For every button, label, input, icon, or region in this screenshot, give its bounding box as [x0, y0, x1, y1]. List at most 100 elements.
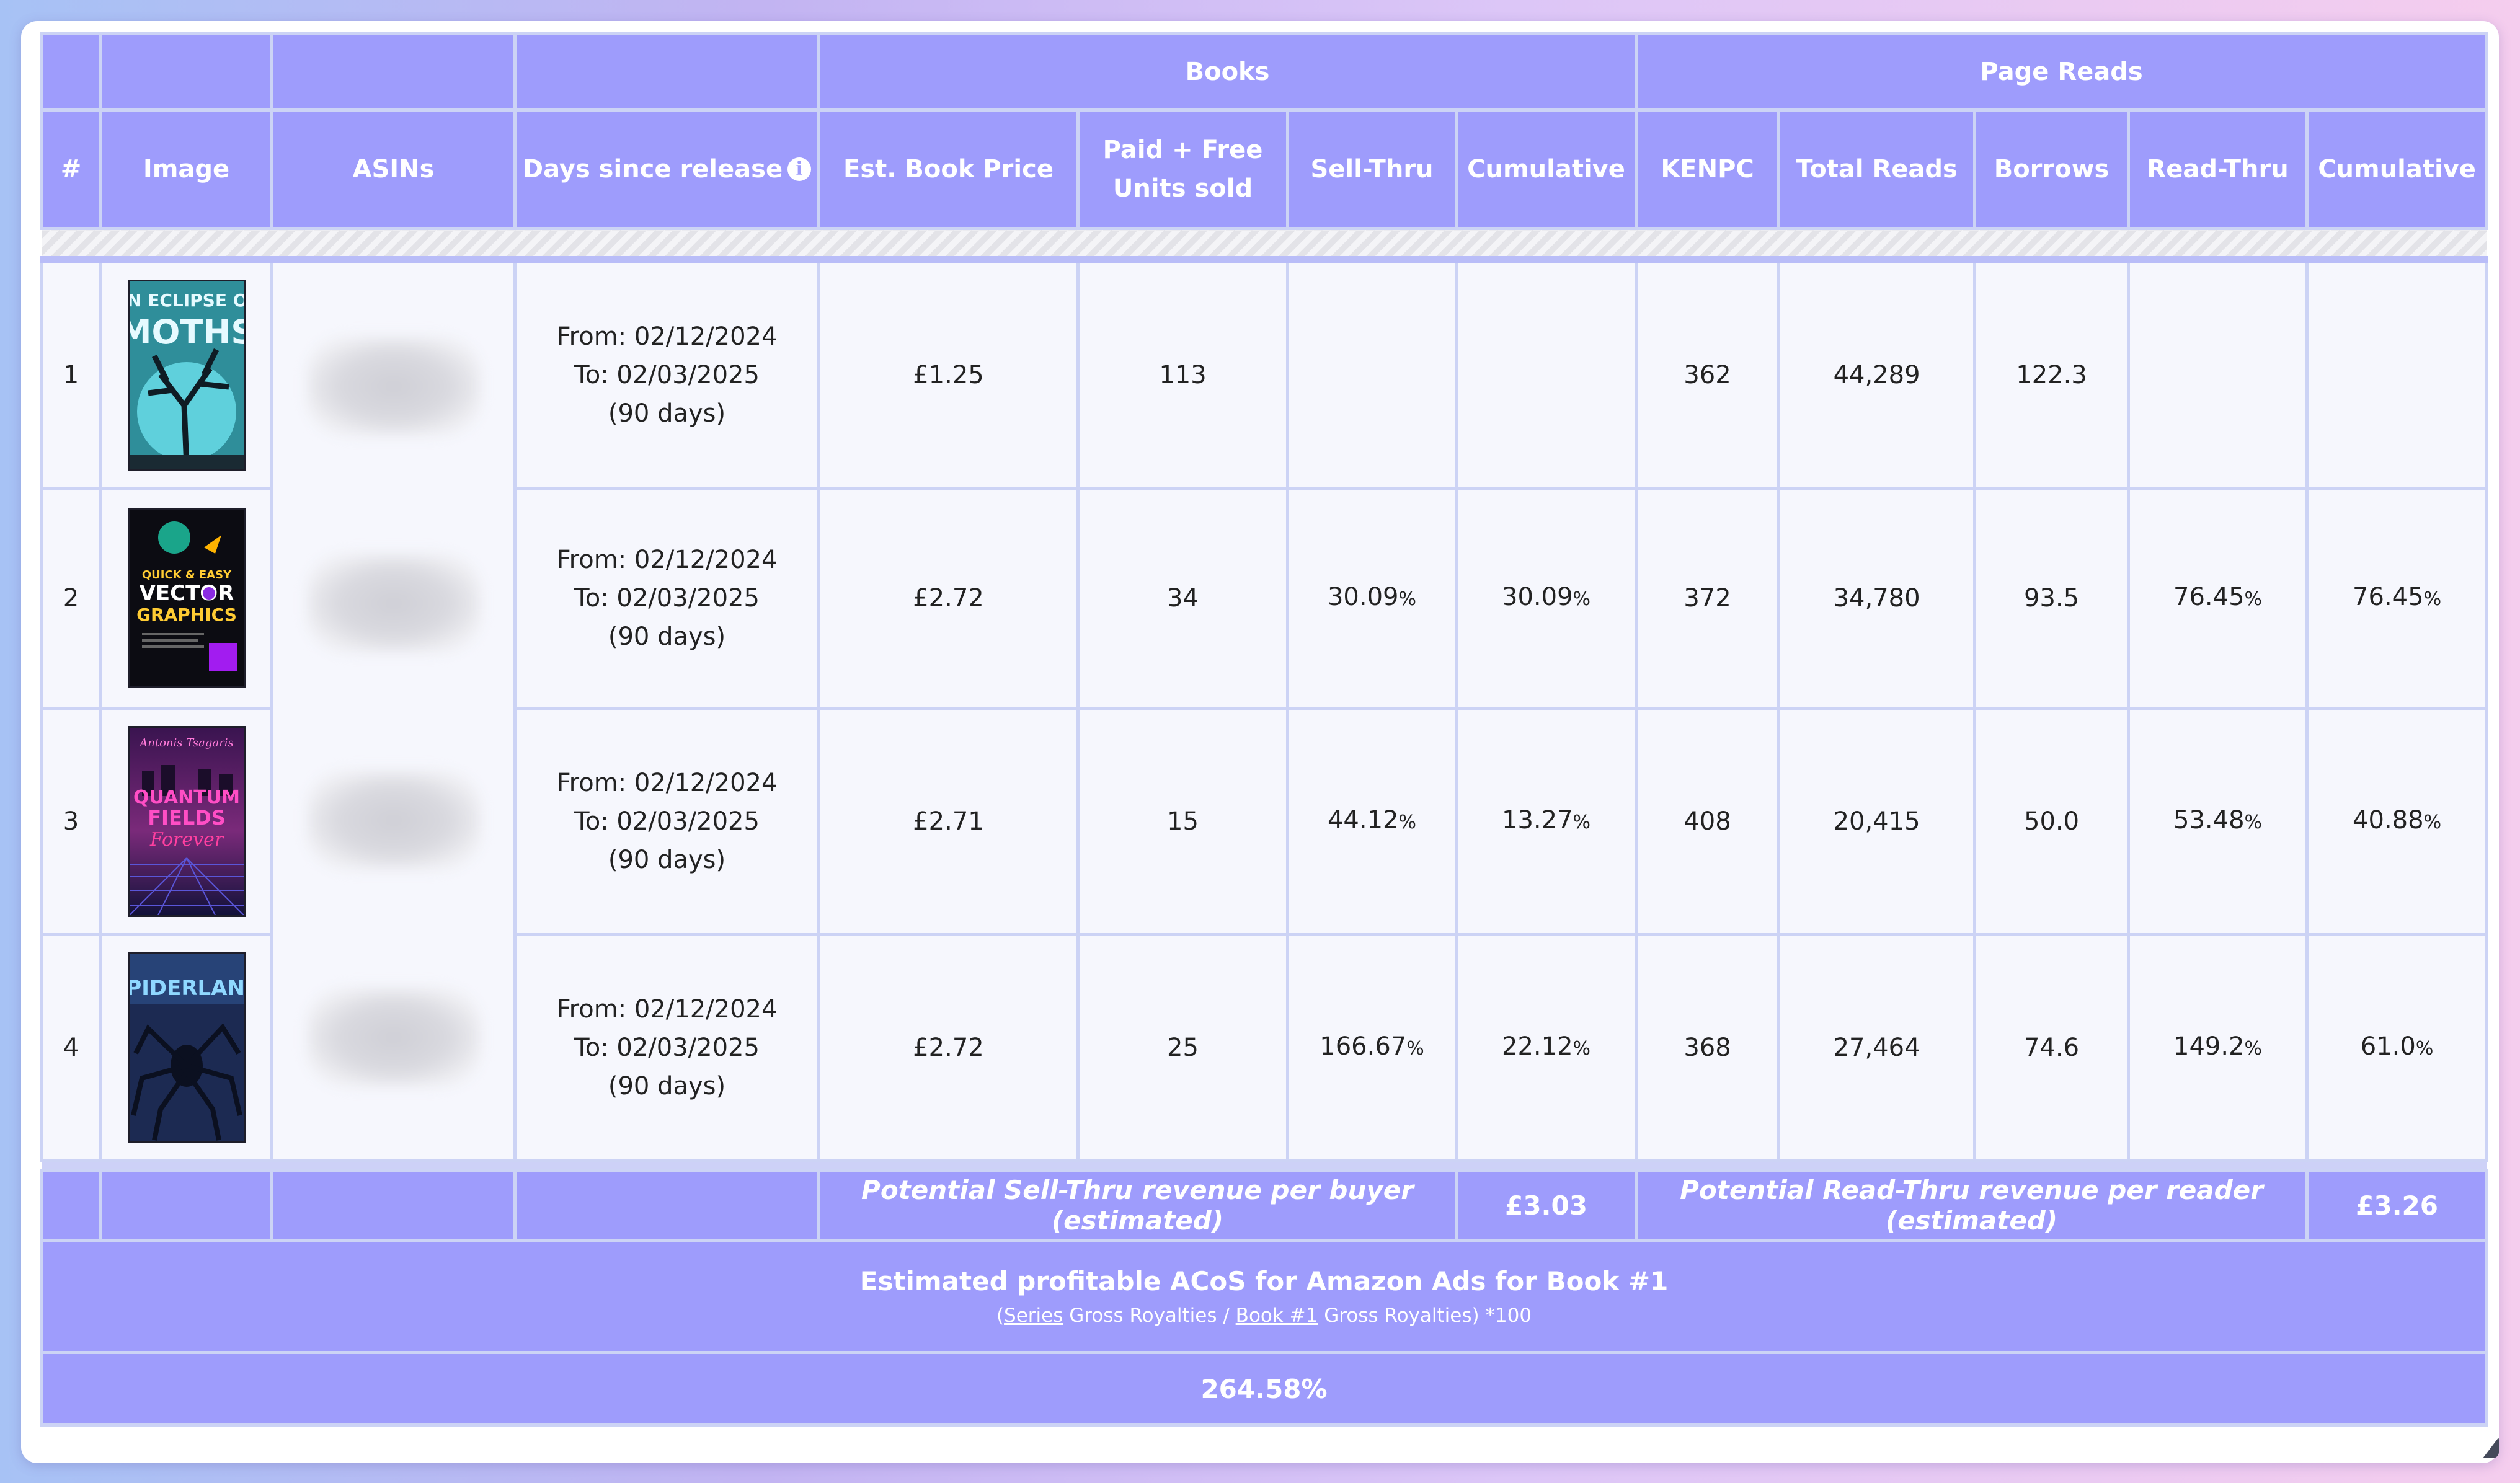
header-spacer — [513, 32, 820, 112]
header-divider — [41, 227, 2487, 263]
price-cell: £2.72 — [817, 487, 1080, 710]
asin-cell — [270, 258, 517, 1162]
sell-thru-value: 30.09 — [1327, 583, 1399, 611]
svg-text:Antonis Tsagaris: Antonis Tsagaris — [138, 737, 234, 750]
header-spacer — [270, 32, 517, 112]
days-count: (90 days) — [608, 399, 726, 428]
column-header-image: Image — [99, 108, 273, 230]
column-header-num: # — [40, 108, 102, 230]
formula-open-paren: ( — [996, 1304, 1005, 1327]
read-thru-revenue-value: £3.26 — [2305, 1169, 2489, 1242]
books-cumulative-cell: 30.09% — [1454, 487, 1638, 710]
formula-text-1: Gross Royalties / — [1063, 1304, 1236, 1327]
units-cell: 25 — [1076, 933, 1289, 1162]
column-header-reads-cumulative: Cumulative — [2305, 108, 2489, 230]
read-thru-revenue-label: Potential Read-Thru revenue per reader (… — [1635, 1169, 2309, 1242]
svg-text:MOTHS: MOTHS — [130, 312, 244, 352]
column-header-units: Paid + Free Units sold — [1076, 108, 1289, 230]
sell-thru-cell: 166.67% — [1286, 933, 1458, 1162]
series-link[interactable]: Series — [1004, 1304, 1063, 1327]
books-cumulative-pct: % — [1573, 1038, 1591, 1060]
sell-thru-cell: 30.09% — [1286, 487, 1458, 710]
days-count: (90 days) — [608, 846, 726, 874]
price-cell: £1.25 — [817, 258, 1080, 490]
date-to: To: 02/03/2025 — [574, 361, 760, 389]
date-to: To: 02/03/2025 — [574, 1034, 760, 1062]
kenpc-cell: 408 — [1635, 707, 1781, 936]
borrows-cell: 93.5 — [1973, 487, 2131, 710]
column-header-sell-thru: Sell-Thru — [1286, 108, 1458, 230]
acos-explainer: Estimated profitable ACoS for Amazon Ads… — [39, 1239, 2489, 1354]
book-cover-quantum-fields: Antonis Tsagaris QUANTUM FIELDS Forever — [127, 726, 246, 917]
reads-cumulative-pct: % — [2423, 812, 2442, 833]
borrows-cell: 74.6 — [1973, 933, 2131, 1162]
books-cumulative-cell: 22.12% — [1454, 933, 1638, 1162]
kenpc-cell: 368 — [1635, 933, 1781, 1162]
read-thru-pct: % — [2244, 1038, 2263, 1060]
date-from: From: 02/12/2024 — [556, 995, 778, 1024]
sell-thru-value: 44.12 — [1327, 806, 1399, 834]
read-thru-value: 53.48 — [2173, 806, 2245, 834]
kenpc-cell: 362 — [1635, 258, 1781, 490]
footer-spacer — [270, 1169, 517, 1242]
column-header-kenpc: KENPC — [1635, 108, 1781, 230]
acos-formula: (Series Gross Royalties / Book #1 Gross … — [43, 1301, 2485, 1330]
book-cover-vector-graphics: QUICK & EASY VECTOR GRAPHICS — [127, 508, 246, 688]
read-thru-cell — [2127, 258, 2309, 490]
price-cell: £2.71 — [817, 707, 1080, 936]
info-icon[interactable]: i — [788, 157, 812, 181]
footer-spacer — [99, 1169, 273, 1242]
svg-text:QUANTUM: QUANTUM — [133, 787, 240, 808]
kenpc-cell: 372 — [1635, 487, 1781, 710]
svg-text:SPIDERLAND: SPIDERLAND — [130, 976, 244, 1001]
acos-title: Estimated profitable ACoS for Amazon Ads… — [859, 1266, 1669, 1296]
date-to: To: 02/03/2025 — [574, 584, 760, 613]
books-cumulative-pct: % — [1573, 812, 1591, 833]
svg-text:FIELDS: FIELDS — [148, 806, 226, 830]
read-thru-value: 149.2 — [2173, 1032, 2245, 1061]
total-reads-cell: 20,415 — [1777, 707, 1977, 936]
reads-cumulative-value: 76.45 — [2353, 583, 2424, 611]
date-range-cell: From: 02/12/2024 To: 02/03/2025 (90 days… — [513, 933, 820, 1162]
date-to: To: 02/03/2025 — [574, 807, 760, 836]
reads-cumulative-cell — [2305, 258, 2489, 490]
sell-thru-value: 166.67 — [1320, 1032, 1407, 1061]
blurred-asin — [306, 987, 481, 1087]
total-reads-cell: 34,780 — [1777, 487, 1977, 710]
row-number: 4 — [40, 933, 102, 1162]
book-1-link[interactable]: Book #1 — [1236, 1304, 1318, 1327]
blurred-asin — [306, 336, 481, 436]
date-from: From: 02/12/2024 — [556, 546, 778, 574]
header-spacer — [40, 32, 102, 112]
header-spacer — [99, 32, 273, 112]
books-cumulative-cell: 13.27% — [1454, 707, 1638, 936]
column-header-borrows: Borrows — [1973, 108, 2131, 230]
formula-text-2: Gross Royalties) *100 — [1318, 1304, 1532, 1327]
days-count: (90 days) — [608, 1072, 726, 1100]
books-cumulative-value: 22.12 — [1502, 1032, 1573, 1061]
sell-thru-pct: % — [1398, 588, 1417, 610]
column-header-read-thru: Read-Thru — [2127, 108, 2309, 230]
books-cumulative-value: 30.09 — [1502, 583, 1573, 611]
group-header-page-reads: Page Reads — [1635, 32, 2489, 112]
row-number: 2 — [40, 487, 102, 710]
series-stats-table: Books Page Reads # Image ASINs Days sinc… — [39, 32, 2489, 1427]
svg-text:Forever: Forever — [149, 829, 224, 851]
cover-cell: SPIDERLAND — [99, 933, 273, 1162]
sell-thru-pct: % — [1398, 812, 1417, 833]
units-cell: 15 — [1076, 707, 1289, 936]
svg-text:GRAPHICS: GRAPHICS — [136, 604, 237, 625]
borrows-cell: 50.0 — [1973, 707, 2131, 936]
read-thru-cell: 53.48% — [2127, 707, 2309, 936]
date-from: From: 02/12/2024 — [556, 322, 778, 351]
read-thru-cell: 149.2% — [2127, 933, 2309, 1162]
reads-cumulative-cell: 40.88% — [2305, 707, 2489, 936]
svg-text:VECTOR: VECTOR — [139, 581, 234, 606]
read-thru-pct: % — [2244, 588, 2263, 610]
column-header-days: Days since release i — [513, 108, 820, 230]
borrows-cell: 122.3 — [1973, 258, 2131, 490]
date-range-cell: From: 02/12/2024 To: 02/03/2025 (90 days… — [513, 707, 820, 936]
price-cell: £2.72 — [817, 933, 1080, 1162]
column-header-total-reads: Total Reads — [1777, 108, 1977, 230]
sell-thru-revenue-value: £3.03 — [1454, 1169, 1638, 1242]
